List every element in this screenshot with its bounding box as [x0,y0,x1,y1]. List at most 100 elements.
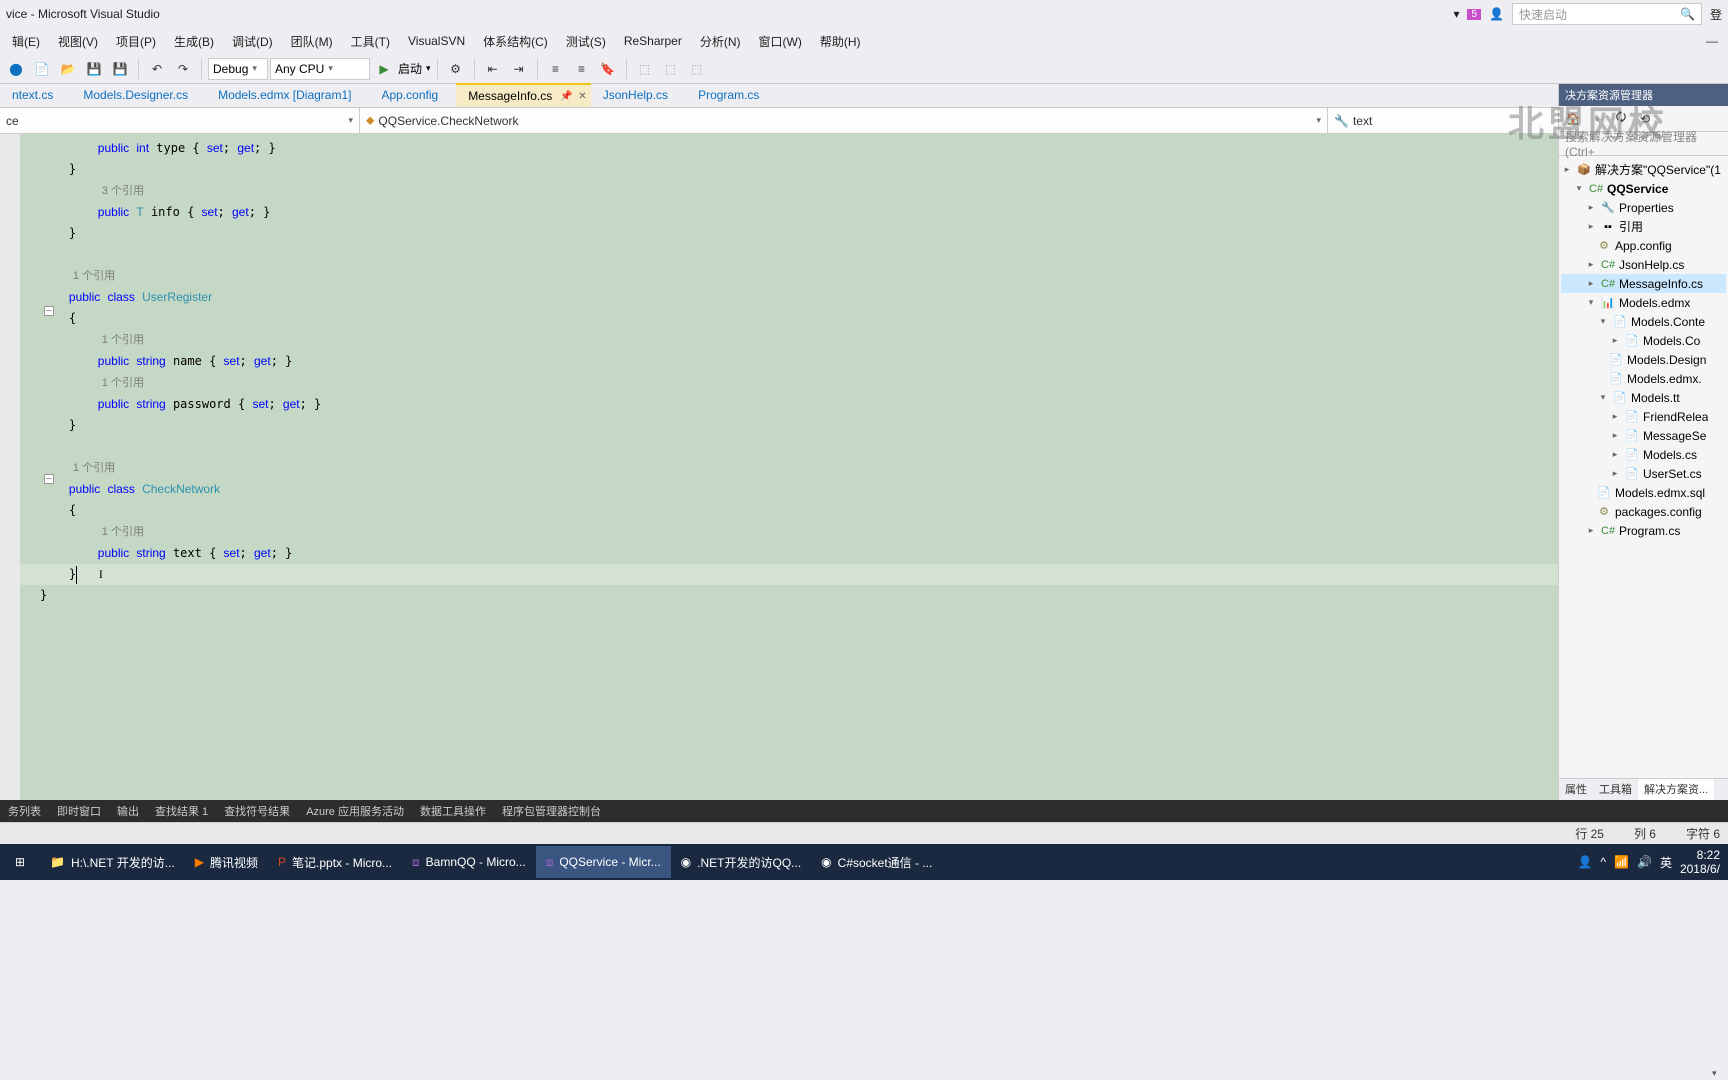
flag-icon[interactable]: ▾ [1453,7,1459,21]
tree-packages[interactable]: ⚙packages.config [1561,502,1726,521]
task-explorer[interactable]: 📁H:\.NET 开发的访... [40,846,185,878]
quick-launch-input[interactable]: 快速启动 🔍 [1512,3,1702,25]
prop-tab-properties[interactable]: 属性 [1559,779,1593,800]
tree-models-tt[interactable]: ▾📄Models.tt [1561,388,1726,407]
tab-appconfig[interactable]: App.config [369,83,456,107]
nav-next-button[interactable]: ⬚ [659,57,683,81]
notification-badge[interactable]: 5 [1467,9,1481,20]
menu-project[interactable]: 项目(P) [108,31,164,52]
minimize-button[interactable]: — [1700,29,1724,53]
prop-tab-toolbox[interactable]: 工具箱 [1593,779,1638,800]
redo-button[interactable]: ↷ [171,57,195,81]
tree-models-designer[interactable]: 📄Models.Design [1561,350,1726,369]
menu-resharper[interactable]: ReSharper [616,32,690,50]
tree-messageinfo[interactable]: ▸C#MessageInfo.cs [1561,274,1726,293]
btab-datatools[interactable]: 数据工具操作 [412,801,494,821]
task-chrome2[interactable]: ◉C#socket通信 - ... [811,846,942,878]
tree-appconfig[interactable]: ⚙App.config [1561,236,1726,255]
indent-increase-button[interactable]: ⇥ [507,57,531,81]
task-chrome1[interactable]: ◉.NET开发的访QQ... [671,846,812,878]
save-button[interactable]: 💾 [82,57,106,81]
task-vs1[interactable]: ⧈BamnQQ - Micro... [402,846,536,878]
people-icon[interactable]: 👤 [1577,855,1592,869]
tab-models-designer[interactable]: Models.Designer.cs [71,83,206,107]
tree-friendrelea[interactable]: ▸📄FriendRelea [1561,407,1726,426]
menu-build[interactable]: 生成(B) [166,31,222,52]
btab-findsymbol[interactable]: 查找符号结果 [216,801,298,821]
save-all-button[interactable]: 💾 [108,57,132,81]
btab-packagemanager[interactable]: 程序包管理器控制台 [494,801,609,821]
nav-project-dropdown[interactable]: ce▾ [0,108,360,133]
menu-visualsvn[interactable]: VisualSVN [400,32,473,50]
btab-output[interactable]: 输出 [109,801,147,821]
tree-models-sql[interactable]: 📄Models.edmx.sql [1561,483,1726,502]
menu-architecture[interactable]: 体系结构(C) [475,31,556,52]
tree-userset[interactable]: ▸📄UserSet.cs [1561,464,1726,483]
tree-program[interactable]: ▸C#Program.cs [1561,521,1726,540]
tray-up-icon[interactable]: ^ [1600,855,1606,869]
task-ppt[interactable]: P笔记.pptx - Micro... [268,846,402,878]
btab-immediate[interactable]: 即时窗口 [49,801,109,821]
tree-jsonhelp[interactable]: ▸C#JsonHelp.cs [1561,255,1726,274]
tab-messageinfo[interactable]: MessageInfo.cs📌✕ [456,83,591,107]
new-file-button[interactable]: 📄 [30,57,54,81]
bookmark-button[interactable]: 🔖 [596,57,620,81]
code-editor[interactable]: public int type { set; get; } } 3 个引用 pu… [20,134,1712,804]
nav-prev-button[interactable]: ⬚ [633,57,657,81]
system-tray[interactable]: 👤 ^ 📶 🔊 英 8:22 2018/6/ [1569,848,1728,877]
tree-references[interactable]: ▸▪▪引用 [1561,217,1726,236]
tab-program[interactable]: Program.cs [686,83,777,107]
close-icon[interactable]: ✕ [578,91,586,102]
start-button[interactable]: ▶ [372,57,396,81]
platform-dropdown[interactable]: Any CPU▾ [270,58,370,80]
btab-find1[interactable]: 查找结果 1 [147,801,216,821]
nav-class-dropdown[interactable]: ⬥QQService.CheckNetwork▾ [360,108,1328,133]
menu-debug[interactable]: 调试(D) [224,31,281,52]
tray-clock[interactable]: 8:22 2018/6/ [1680,848,1720,877]
tree-models-edmx2[interactable]: 📄Models.edmx. [1561,369,1726,388]
task-vs2[interactable]: ⧈QQService - Micr... [536,846,671,878]
tab-jsonhelp[interactable]: JsonHelp.cs [591,83,686,107]
tab-ntext[interactable]: ntext.cs [0,83,71,107]
tree-models-edmx[interactable]: ▾📊Models.edmx [1561,293,1726,312]
menu-edit[interactable]: 辑(E) [4,31,48,52]
solution-tree[interactable]: ▸📦解决方案"QQService"(1 ▾C#QQService ▸🔧Prope… [1559,156,1728,778]
menu-window[interactable]: 窗口(W) [751,31,810,52]
tree-models-co[interactable]: ▸📄Models.Co [1561,331,1726,350]
uncomment-button[interactable]: ≡ [570,57,594,81]
fold-toggle-button[interactable]: − [44,306,54,316]
menu-view[interactable]: 视图(V) [50,31,106,52]
volume-icon[interactable]: 🔊 [1637,855,1652,869]
scroll-down-button[interactable]: ▾ [1712,1066,1717,1080]
task-tencent[interactable]: ▶腾讯视频 [185,846,268,878]
network-icon[interactable]: 📶 [1614,855,1629,869]
menu-tools[interactable]: 工具(T) [343,31,398,52]
signin-label[interactable]: 登 [1710,6,1722,23]
tree-solution-root[interactable]: ▸📦解决方案"QQService"(1 [1561,160,1726,179]
tab-models-edmx[interactable]: Models.edmx [Diagram1] [206,83,369,107]
btab-azure[interactable]: Azure 应用服务活动 [298,801,412,821]
tree-properties[interactable]: ▸🔧Properties [1561,198,1726,217]
tree-project[interactable]: ▾C#QQService [1561,179,1726,198]
menu-team[interactable]: 团队(M) [283,31,341,52]
menu-help[interactable]: 帮助(H) [812,31,869,52]
open-button[interactable]: 📂 [56,57,80,81]
prop-tab-solution[interactable]: 解决方案资... [1638,779,1714,800]
btab-tasklist[interactable]: 务列表 [0,801,49,821]
tree-messagese[interactable]: ▸📄MessageSe [1561,426,1726,445]
indent-decrease-button[interactable]: ⇤ [481,57,505,81]
menu-test[interactable]: 测试(S) [558,31,614,52]
undo-button[interactable]: ↶ [145,57,169,81]
feedback-icon[interactable]: 👤 [1489,7,1504,21]
tree-models-cs[interactable]: ▸📄Models.cs [1561,445,1726,464]
nav-last-button[interactable]: ⬚ [685,57,709,81]
config-dropdown[interactable]: Debug▾ [208,58,268,80]
comment-button[interactable]: ≡ [544,57,568,81]
menu-analyze[interactable]: 分析(N) [692,31,749,52]
fold-toggle-button[interactable]: − [44,474,54,484]
start-label[interactable]: 启动 [398,60,422,77]
start-button[interactable]: ⊞ [0,844,40,880]
ime-indicator[interactable]: 英 [1660,854,1672,871]
tree-models-context[interactable]: ▾📄Models.Conte [1561,312,1726,331]
back-button[interactable]: ⬤ [4,57,28,81]
